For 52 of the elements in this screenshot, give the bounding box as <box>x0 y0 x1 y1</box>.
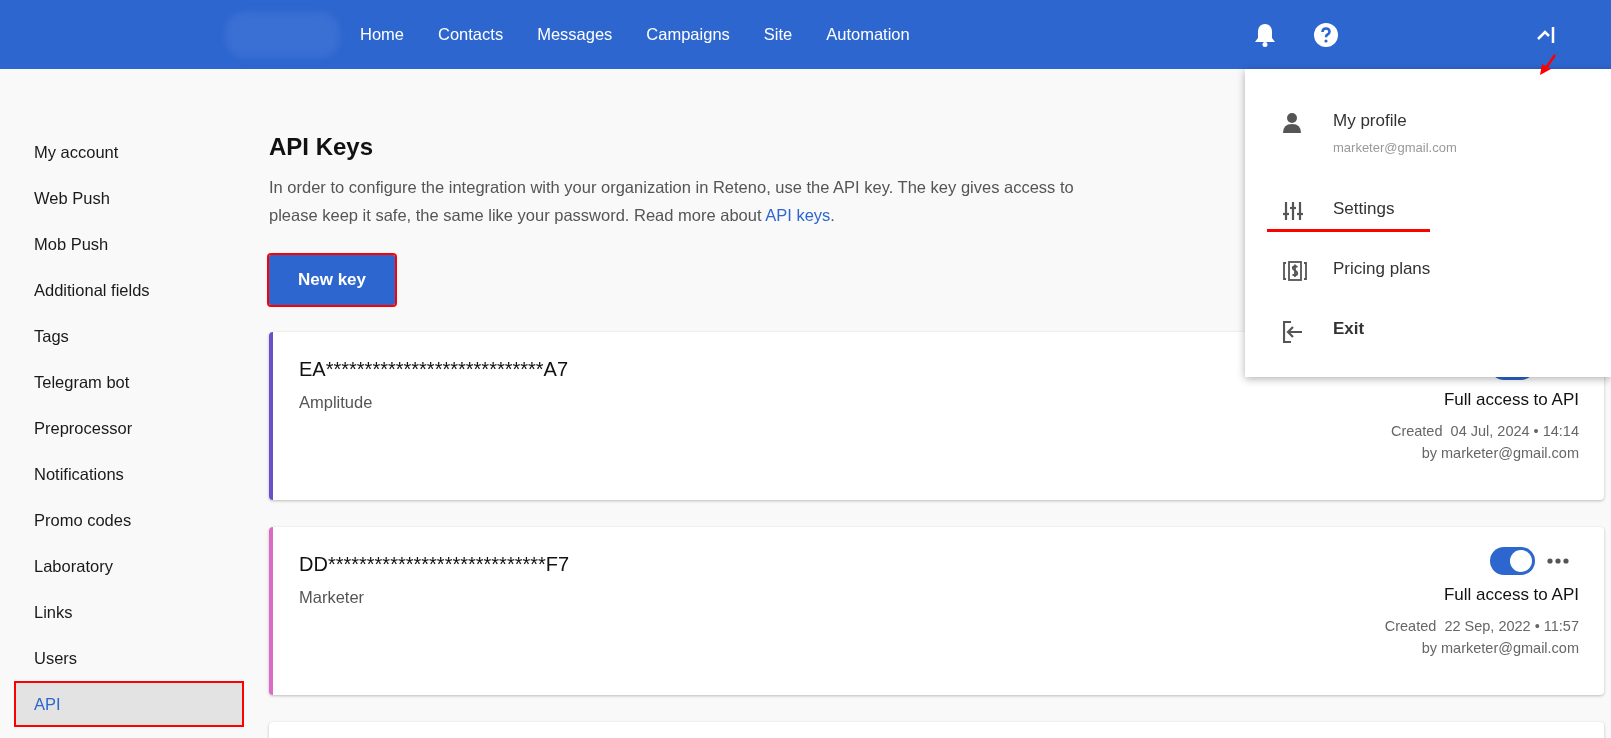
menu-item[interactable]: Exit <box>1245 319 1611 379</box>
more-icon[interactable] <box>1547 558 1569 564</box>
created-by: by marketer@gmail.com <box>1421 444 1579 463</box>
api-key-text: EA****************************A7 <box>299 358 570 381</box>
menu-item-label: Exit <box>1333 319 1365 339</box>
created-date: Created 04 Jul, 2024 • 14:14 <box>1390 422 1579 441</box>
new-key-button[interactable]: New key <box>269 255 395 305</box>
sidebar-item[interactable]: Mob Push <box>14 221 244 267</box>
api-keys-link[interactable]: API keys <box>765 206 831 224</box>
menu-item[interactable]: My profile marketer@gmail.com <box>1245 111 1611 199</box>
menu-item-label: Pricing plans <box>1333 259 1431 279</box>
sidebar-item[interactable]: API <box>14 681 244 727</box>
sidebar-item[interactable]: Web Push <box>14 175 244 221</box>
page-title: API Keys <box>269 133 374 161</box>
api-key-name: Amplitude <box>299 393 374 412</box>
nav-link[interactable]: Contacts <box>438 25 504 44</box>
money-icon <box>1283 261 1307 281</box>
notifications-icon[interactable] <box>1254 22 1276 47</box>
access-level: Full access to API <box>1443 390 1579 410</box>
created-by: by marketer@gmail.com <box>1421 639 1579 658</box>
sidebar-item[interactable]: Links <box>14 589 244 635</box>
person-icon <box>1283 113 1301 133</box>
sidebar-item[interactable]: Preprocessor <box>14 405 244 451</box>
menu-item[interactable]: Pricing plans <box>1245 259 1611 319</box>
exit-icon <box>1283 321 1303 343</box>
menu-item-label: Settings <box>1333 199 1395 219</box>
created-date: Created 22 Sep, 2022 • 11:57 <box>1384 617 1579 636</box>
api-key-text: DD****************************F7 <box>299 553 571 576</box>
annotation-arrow <box>1538 54 1558 76</box>
sidebar-item[interactable]: Promo codes <box>14 497 244 543</box>
menu-item[interactable]: Settings <box>1245 199 1611 259</box>
description-text: In order to configure the integration with your organization in Reteno, use the API key. The key gives access to please keep it safe, the same like your password. Read more about API keys. <box>269 177 1074 226</box>
api-key-name: Marketer <box>299 588 366 607</box>
nav-link[interactable]: Messages <box>537 25 613 44</box>
collapse-icon[interactable] <box>1536 24 1556 45</box>
sidebar-item[interactable]: Users <box>14 635 244 681</box>
nav-link[interactable]: Automation <box>826 25 910 44</box>
access-level: Full access to API <box>1443 585 1579 605</box>
sidebar-item[interactable]: My account <box>14 129 244 175</box>
sidebar-item[interactable]: Additional fields <box>14 267 244 313</box>
sidebar-item[interactable]: Notifications <box>14 451 244 497</box>
nav-link[interactable]: Home <box>360 25 404 44</box>
help-icon[interactable] <box>1314 22 1338 47</box>
sidebar-item[interactable]: Tags <box>14 313 244 359</box>
sidebar-item[interactable]: Telegram bot <box>14 359 244 405</box>
nav-link[interactable]: Site <box>763 25 793 44</box>
sidebar-item[interactable]: Laboratory <box>14 543 244 589</box>
toggle-switch[interactable] <box>1490 547 1535 575</box>
menu-item-label: My profile <box>1333 111 1408 131</box>
menu-item-email: marketer@gmail.com <box>1333 140 1457 155</box>
settings-icon <box>1283 201 1303 221</box>
nav-link[interactable]: Campaigns <box>646 25 730 44</box>
